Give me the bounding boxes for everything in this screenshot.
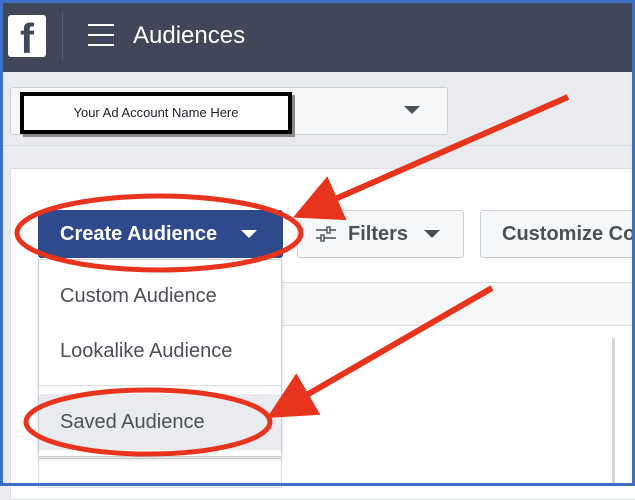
page-title: Audiences (133, 22, 246, 49)
facebook-logo-icon[interactable]: f (8, 15, 46, 62)
table-row (38, 458, 282, 488)
divider (0, 145, 635, 146)
logo-letter: f (20, 15, 34, 62)
create-audience-label: Create Audience (60, 223, 218, 245)
ad-account-name: Your Ad Account Name Here (20, 92, 292, 134)
top-navigation-bar: f Audiences (0, 0, 635, 72)
menu-divider (39, 385, 281, 386)
menu-item-lookalike-audience[interactable]: Lookalike Audience (39, 337, 281, 365)
customize-columns-button[interactable]: Customize Columns (480, 210, 635, 258)
caret-down-icon (241, 230, 257, 238)
caret-down-icon[interactable] (404, 106, 420, 114)
filter-sliders-icon (316, 226, 336, 242)
filters-label: Filters (348, 223, 409, 245)
menu-item-custom-audience[interactable]: Custom Audience (39, 282, 281, 310)
caret-down-icon (424, 230, 440, 238)
menu-icon[interactable] (88, 24, 114, 46)
menu-item-saved-audience[interactable]: Saved Audience (39, 394, 281, 450)
topbar-divider (62, 12, 63, 60)
customize-columns-label: Customize Columns (502, 223, 635, 245)
table-scrollbar[interactable] (612, 338, 615, 486)
